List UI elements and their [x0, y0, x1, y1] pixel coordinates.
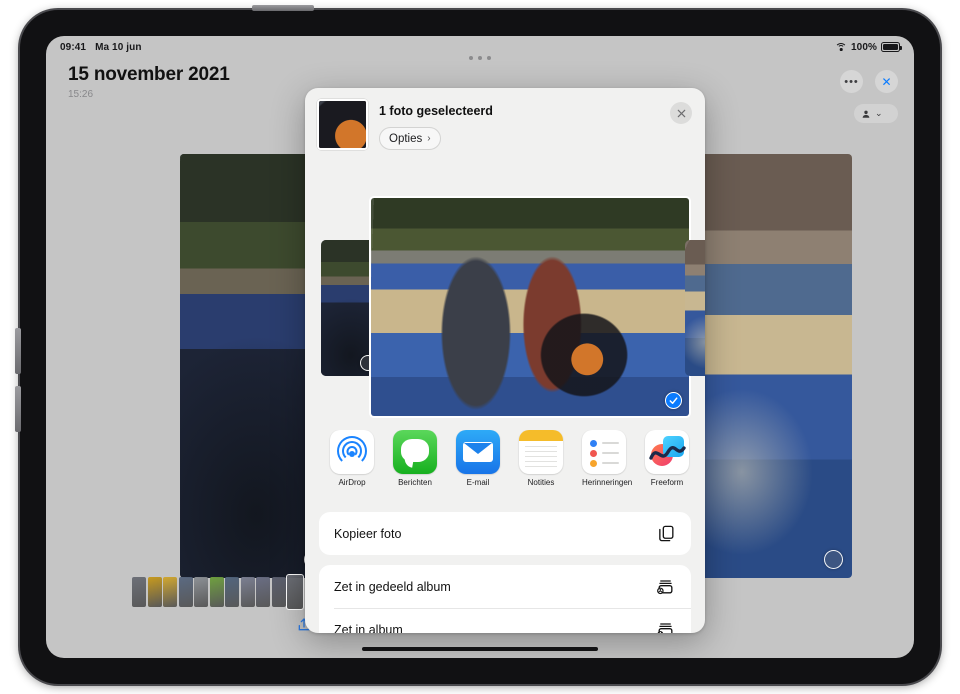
- share-target-berichten[interactable]: Berichten: [393, 430, 437, 504]
- page-title-block: 15 november 2021 15:26: [68, 64, 230, 100]
- photo-right-image: [682, 154, 852, 578]
- notes-icon: [519, 430, 563, 474]
- action-group: Kopieer foto: [319, 512, 691, 555]
- share-target-e-mail[interactable]: E-mail: [456, 430, 500, 504]
- person-icon: [862, 110, 870, 118]
- status-bar-left: 09:41 Ma 10 jun: [60, 42, 142, 53]
- filmstrip-thumbnail[interactable]: [194, 577, 208, 607]
- multitask-dot: [469, 56, 473, 60]
- selected-photo-thumbnail: [317, 99, 368, 150]
- share-target-label: E-mail: [466, 478, 490, 487]
- filmstrip-thumbnail[interactable]: [225, 577, 239, 607]
- photo-right[interactable]: [682, 154, 852, 578]
- preview-photo-center[interactable]: [369, 196, 691, 418]
- share-target-label: Herinneringen: [582, 478, 633, 487]
- share-target-notities[interactable]: Notities: [519, 430, 563, 504]
- filmstrip-thumbnail[interactable]: [163, 577, 177, 607]
- share-target-label: Freeform: [650, 478, 684, 487]
- share-target-airdrop[interactable]: AirDrop: [330, 430, 374, 504]
- share-target-app-row[interactable]: AirDrop Berichten E-mail Notities Herinnerin…: [305, 430, 705, 504]
- chevron-right-icon: ›: [427, 133, 431, 144]
- action-label: Kopieer foto: [334, 526, 402, 541]
- people-chevron-icon: ⌄: [875, 108, 883, 118]
- share-target-label: AirDrop: [338, 478, 366, 487]
- preview-center-select-toggle[interactable]: [665, 392, 682, 409]
- share-sheet-header: 1 foto geselecteerd Opties ›: [305, 88, 705, 156]
- thumbnail-image: [319, 101, 366, 148]
- battery-percentage: 100%: [851, 41, 877, 53]
- close-icon: [677, 109, 685, 117]
- page-title: 15 november 2021: [68, 64, 230, 85]
- power-button[interactable]: [252, 5, 314, 11]
- status-date: Ma 10 jun: [95, 41, 142, 53]
- filmstrip-thumbnail[interactable]: [286, 574, 304, 610]
- home-indicator: [362, 647, 598, 651]
- status-time: 09:41: [60, 41, 87, 53]
- close-button[interactable]: ✕: [875, 70, 898, 93]
- filmstrip-thumbnail[interactable]: [271, 577, 286, 607]
- battery-icon: [881, 42, 902, 52]
- checkmark-icon: [669, 397, 678, 404]
- freeform-icon: [645, 430, 689, 474]
- page-subtitle-time: 15:26: [68, 89, 94, 100]
- action-label: Zet in gedeeld album: [334, 579, 451, 594]
- preview-right-image: [685, 240, 705, 376]
- volume-up-button[interactable]: [15, 328, 21, 374]
- share-target-label: Berichten: [398, 478, 432, 487]
- messages-icon: [393, 430, 437, 474]
- airdrop-icon: [330, 430, 374, 474]
- status-bar: 09:41 Ma 10 jun 100%: [46, 36, 914, 58]
- action-label: Zet in album: [334, 622, 403, 634]
- people-filter-chip[interactable]: ⌄: [854, 104, 898, 123]
- share-target-label: Notities: [527, 478, 555, 487]
- header-actions: ••• ✕: [840, 70, 898, 93]
- filmstrip-thumbnail[interactable]: [147, 577, 162, 607]
- share-sheet-title: 1 foto geselecteerd: [379, 104, 493, 118]
- filmstrip-thumbnail[interactable]: [132, 577, 146, 607]
- multitask-dot: [487, 56, 491, 60]
- filmstrip-thumbnail[interactable]: [256, 577, 270, 607]
- ipad-device-frame: 09:41 Ma 10 jun 100% 15 november 2021 15…: [15, 5, 943, 687]
- share-sheet-title-block: 1 foto geselecteerd Opties ›: [379, 99, 493, 156]
- volume-down-button[interactable]: [15, 386, 21, 432]
- reminders-icon: [582, 430, 626, 474]
- action-group: Zet in gedeeld albumZet in albumAirPlay: [319, 565, 691, 633]
- multitask-dot: [478, 56, 482, 60]
- share-sheet: 1 foto geselecteerd Opties › AirDrop Ber…: [305, 88, 705, 633]
- share-target-freeform[interactable]: Freeform: [645, 430, 689, 504]
- wifi-icon: [835, 42, 848, 52]
- options-button[interactable]: Opties ›: [379, 127, 441, 150]
- share-target-herinneringen[interactable]: Herinneringen: [582, 430, 633, 504]
- share-sheet-photo-previews: [305, 188, 705, 428]
- preview-center-image: [371, 198, 689, 416]
- multitasking-handle[interactable]: [469, 56, 491, 60]
- share-sheet-action-list: Kopieer foto Zet in gedeeld album Zet in a…: [319, 512, 691, 633]
- share-sheet-close-button[interactable]: [670, 102, 692, 124]
- status-bar-right: 100%: [835, 41, 902, 53]
- filmstrip-thumbnail[interactable]: [240, 577, 255, 607]
- more-options-button[interactable]: •••: [840, 70, 863, 93]
- filmstrip-thumbnail[interactable]: [178, 577, 193, 607]
- shared-album-icon: [655, 577, 676, 596]
- filmstrip-thumbnail[interactable]: [209, 577, 224, 607]
- action-zet-in-album[interactable]: Zet in album: [319, 608, 691, 633]
- action-kopieer-foto[interactable]: Kopieer foto: [319, 512, 691, 555]
- options-label: Opties: [389, 132, 423, 145]
- preview-photo-right[interactable]: [685, 240, 705, 376]
- add-to-album-icon: [655, 620, 676, 633]
- mail-icon: [456, 430, 500, 474]
- copy-icon: [657, 524, 676, 543]
- ipad-screen: 09:41 Ma 10 jun 100% 15 november 2021 15…: [46, 36, 914, 658]
- action-zet-in-gedeeld-album[interactable]: Zet in gedeeld album: [319, 565, 691, 608]
- photo-right-select-toggle[interactable]: [824, 550, 843, 569]
